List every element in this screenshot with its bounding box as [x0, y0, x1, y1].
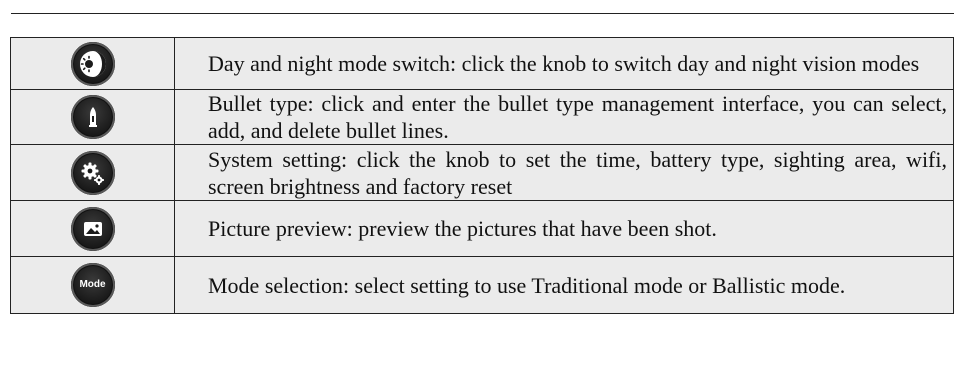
bullet-icon — [70, 95, 115, 139]
day-night-icon — [70, 41, 115, 86]
picture-icon — [70, 206, 115, 251]
icon-cell — [10, 89, 175, 145]
description-text: Day and night mode switch: click the kno… — [174, 37, 954, 90]
icon-cell — [10, 200, 175, 257]
table-row: Mode Mode selection: select setting to u… — [10, 256, 954, 314]
table-row: Day and night mode switch: click the kno… — [10, 37, 954, 90]
description-text: Picture preview: preview the pictures th… — [174, 200, 954, 257]
top-rule — [11, 13, 954, 14]
description-text: Bullet type: click and enter the bullet … — [174, 89, 954, 145]
gears-icon — [70, 150, 115, 195]
icon-cell — [10, 144, 175, 201]
icon-cell: Mode — [10, 256, 175, 314]
table-row: Picture preview: preview the pictures th… — [10, 200, 954, 257]
description-text: Mode selection: select setting to use Tr… — [174, 256, 954, 314]
icon-cell — [10, 37, 175, 90]
table-row: Bullet type: click and enter the bullet … — [10, 89, 954, 145]
description-text: System setting: click the knob to set th… — [174, 144, 954, 201]
mode-icon: Mode — [70, 263, 115, 307]
mode-icon-label: Mode — [79, 279, 106, 290]
icon-description-table: Day and night mode switch: click the kno… — [10, 37, 954, 314]
table-row: System setting: click the knob to set th… — [10, 144, 954, 201]
